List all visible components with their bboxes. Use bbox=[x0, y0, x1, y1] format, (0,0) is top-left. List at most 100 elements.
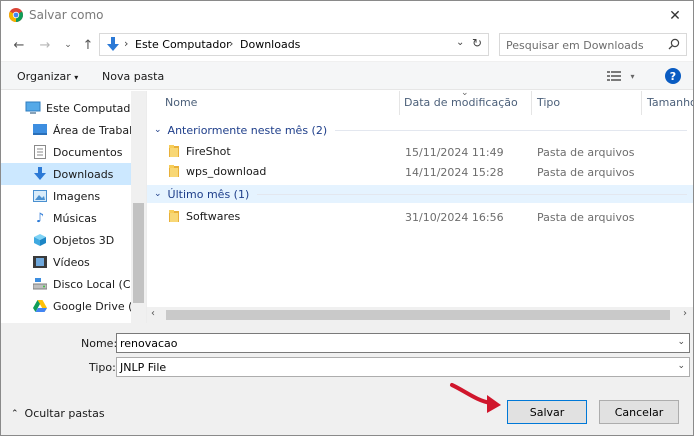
sidebar-item-objetos-3d[interactable]: Objetos 3D bbox=[1, 229, 131, 251]
file-type: Pasta de arquivos bbox=[537, 166, 635, 179]
forward-button[interactable]: → bbox=[35, 35, 55, 55]
name-label: Nome: bbox=[81, 337, 118, 350]
address-bar[interactable]: › Este Computador › Downloads ⌄ ↻ bbox=[99, 33, 489, 56]
up-button[interactable]: ↑ bbox=[79, 35, 97, 55]
sidebar-item-label: Disco Local (C:) bbox=[53, 277, 131, 291]
documents-icon bbox=[32, 144, 48, 160]
title-bar: Salvar como ✕ bbox=[1, 1, 693, 30]
chevron-down-icon[interactable]: ⌄ bbox=[677, 361, 685, 371]
help-button[interactable]: ? bbox=[665, 68, 681, 84]
scroll-right-icon[interactable]: › bbox=[683, 308, 687, 319]
arrow-left-icon: ← bbox=[13, 37, 25, 53]
breadcrumb-separator: › bbox=[229, 37, 234, 50]
sidebar-scrollbar[interactable] bbox=[131, 91, 146, 323]
group-label: Último mês (1) bbox=[167, 187, 250, 201]
folder-icon bbox=[169, 165, 179, 177]
chevron-down-icon: ⌄ bbox=[64, 40, 72, 50]
search-box[interactable] bbox=[499, 33, 687, 56]
file-name-field[interactable]: renovacao ⌄ bbox=[116, 333, 690, 353]
table-row[interactable]: FireShot 15/11/2024 11:49 Pasta de arqui… bbox=[147, 142, 693, 162]
group-header[interactable]: ⌄ Anteriormente neste mês (2) bbox=[147, 121, 693, 139]
close-button[interactable]: ✕ bbox=[657, 1, 693, 30]
videos-icon bbox=[32, 254, 48, 270]
column-header-size[interactable]: Tamanho bbox=[647, 96, 693, 109]
breadcrumb-separator: › bbox=[124, 37, 129, 50]
breadcrumb-item[interactable]: Este Computador bbox=[135, 38, 231, 51]
group-header[interactable]: ⌄ Último mês (1) bbox=[147, 185, 693, 203]
organize-button[interactable]: Organizar ▾ bbox=[17, 70, 78, 83]
file-type-select[interactable]: JNLP File ⌄ bbox=[116, 357, 690, 377]
file-list: ⌄ Nome Data de modificação Tipo Tamanho … bbox=[146, 88, 693, 323]
back-button[interactable]: ← bbox=[9, 35, 29, 55]
file-name: Softwares bbox=[169, 210, 240, 223]
sidebar-item-disco-local[interactable]: Disco Local (C:) bbox=[1, 273, 131, 295]
caret-down-icon: ▾ bbox=[630, 72, 635, 81]
scrollbar-thumb[interactable] bbox=[133, 203, 144, 303]
sidebar-item-label: Músicas bbox=[53, 211, 97, 225]
type-label: Tipo: bbox=[89, 361, 116, 374]
column-divider[interactable] bbox=[531, 91, 532, 115]
view-options-button[interactable]: ▾ bbox=[607, 69, 635, 82]
file-date: 15/11/2024 11:49 bbox=[405, 146, 504, 159]
table-row[interactable]: wps_download 14/11/2024 15:28 Pasta de a… bbox=[147, 162, 693, 182]
file-name-text: FireShot bbox=[186, 145, 231, 158]
file-name-value: renovacao bbox=[120, 337, 178, 350]
desktop-icon bbox=[32, 122, 48, 138]
refresh-icon[interactable]: ↻ bbox=[472, 36, 482, 50]
sidebar-item-label: Google Drive (G: bbox=[53, 299, 131, 313]
chrome-icon bbox=[9, 8, 23, 22]
downloads-icon bbox=[107, 37, 119, 51]
table-row[interactable]: Softwares 31/10/2024 16:56 Pasta de arqu… bbox=[147, 207, 693, 227]
music-icon: ♪ bbox=[35, 210, 45, 226]
file-name-text: wps_download bbox=[186, 165, 267, 178]
file-type-value: JNLP File bbox=[120, 361, 167, 374]
chevron-down-icon: ⌄ bbox=[154, 189, 162, 199]
column-header-date[interactable]: Data de modificação bbox=[404, 96, 518, 109]
file-name: wps_download bbox=[169, 165, 266, 178]
window-title: Salvar como bbox=[29, 8, 104, 22]
annotation-arrow-icon bbox=[450, 383, 501, 413]
sidebar-item-musicas[interactable]: ♪ Músicas bbox=[1, 207, 131, 229]
file-date: 14/11/2024 15:28 bbox=[405, 166, 504, 179]
chevron-down-icon[interactable]: ⌄ bbox=[677, 337, 685, 347]
hide-folders-toggle[interactable]: ⌃ Ocultar pastas bbox=[11, 407, 105, 420]
save-as-dialog: Salvar como ✕ ← → ⌄ ↑ › Este Computador … bbox=[0, 0, 694, 436]
folder-icon bbox=[169, 210, 179, 222]
column-header-type[interactable]: Tipo bbox=[537, 96, 560, 109]
downloads-icon bbox=[32, 166, 48, 182]
new-folder-button[interactable]: Nova pasta bbox=[102, 70, 164, 83]
view-list-icon bbox=[607, 71, 621, 81]
sidebar-item-documentos[interactable]: Documentos bbox=[1, 141, 131, 163]
breadcrumb-item[interactable]: Downloads bbox=[240, 38, 300, 51]
column-header-name[interactable]: Nome bbox=[165, 96, 197, 109]
scroll-left-icon[interactable]: ‹ bbox=[151, 308, 155, 319]
sidebar-item-downloads[interactable]: Downloads bbox=[1, 163, 131, 185]
toolbar: Organizar ▾ Nova pasta ▾ ? bbox=[1, 61, 693, 90]
chevron-down-icon[interactable]: ⌄ bbox=[456, 37, 464, 48]
column-divider[interactable] bbox=[399, 91, 400, 115]
google-drive-icon bbox=[32, 298, 48, 314]
navigation-pane: Este Computador Área de Trabalho Documen… bbox=[1, 91, 146, 323]
sidebar-item-google-drive[interactable]: Google Drive (G: bbox=[1, 295, 131, 317]
sidebar-item-videos[interactable]: Vídeos bbox=[1, 251, 131, 273]
sidebar-item-area-de-trabalho[interactable]: Área de Trabalho bbox=[1, 119, 131, 141]
sidebar-item-este-computador[interactable]: Este Computador bbox=[1, 97, 131, 119]
column-divider[interactable] bbox=[641, 91, 642, 115]
sidebar-item-label: Imagens bbox=[53, 189, 101, 203]
horizontal-scrollbar[interactable]: ‹ › bbox=[147, 307, 693, 323]
help-icon: ? bbox=[669, 69, 677, 83]
sidebar-item-imagens[interactable]: Imagens bbox=[1, 185, 131, 207]
save-button[interactable]: Salvar bbox=[507, 400, 587, 424]
cancel-button[interactable]: Cancelar bbox=[599, 400, 679, 424]
recent-locations-button[interactable]: ⌄ bbox=[61, 35, 75, 55]
scrollbar-thumb[interactable] bbox=[166, 310, 670, 320]
search-input[interactable] bbox=[506, 37, 662, 53]
objects-3d-icon bbox=[32, 232, 48, 248]
search-icon bbox=[668, 38, 680, 50]
folder-icon bbox=[169, 145, 179, 157]
sidebar-item-label: Este Computador bbox=[46, 101, 131, 115]
arrow-right-icon: → bbox=[39, 37, 51, 53]
file-type: Pasta de arquivos bbox=[537, 146, 635, 159]
file-name: FireShot bbox=[169, 145, 231, 158]
file-type: Pasta de arquivos bbox=[537, 211, 635, 224]
